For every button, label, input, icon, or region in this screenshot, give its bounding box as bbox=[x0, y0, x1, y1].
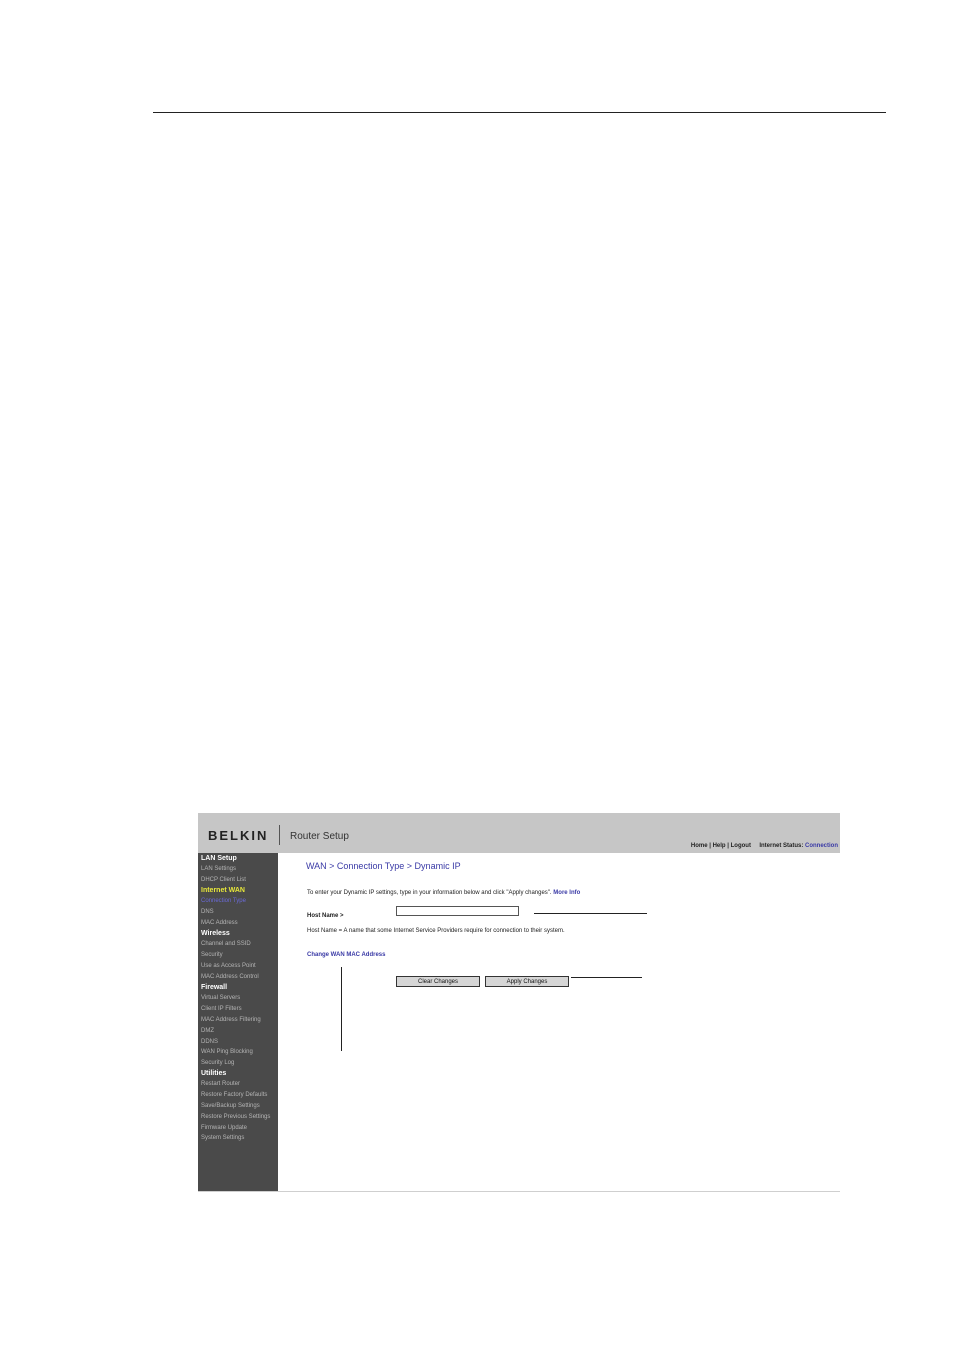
sidebar-item-security-log[interactable]: Security Log bbox=[201, 1060, 234, 1066]
sidebar-section-utilities[interactable]: Utilities bbox=[201, 1070, 226, 1077]
sidebar-item-dns[interactable]: DNS bbox=[201, 909, 214, 915]
sidebar-section-firewall[interactable]: Firewall bbox=[201, 984, 227, 991]
sidebar-item-use-as-access-point[interactable]: Use as Access Point bbox=[201, 963, 256, 969]
change-wan-mac-link[interactable]: Change WAN MAC Address bbox=[307, 952, 385, 958]
sidebar: LAN Setup LAN Settings DHCP Client List … bbox=[198, 853, 278, 1191]
more-info-link[interactable]: More Info bbox=[553, 890, 580, 896]
internet-status-value: Connection bbox=[805, 843, 838, 849]
logo-divider bbox=[279, 825, 280, 845]
header-bar: BELKIN Router Setup Home | Help | Logout… bbox=[198, 813, 840, 853]
sidebar-item-channel-ssid[interactable]: Channel and SSID bbox=[201, 941, 251, 947]
help-link[interactable]: Help bbox=[713, 843, 726, 849]
callout-line-host-name bbox=[534, 913, 647, 914]
sidebar-section-internet-wan[interactable]: Internet WAN bbox=[201, 887, 245, 894]
sidebar-item-dhcp-client-list[interactable]: DHCP Client List bbox=[201, 877, 246, 883]
sidebar-item-restart-router[interactable]: Restart Router bbox=[201, 1081, 240, 1087]
host-name-input[interactable] bbox=[396, 906, 519, 916]
sidebar-item-restore-factory-defaults[interactable]: Restore Factory Defaults bbox=[201, 1092, 267, 1098]
belkin-logo: BELKIN bbox=[208, 828, 269, 843]
callout-line-apply bbox=[571, 977, 642, 978]
clear-changes-button[interactable]: Clear Changes bbox=[396, 976, 480, 987]
sidebar-item-lan-settings[interactable]: LAN Settings bbox=[201, 866, 236, 872]
sidebar-item-mac-address-filtering[interactable]: MAC Address Filtering bbox=[201, 1017, 261, 1023]
sidebar-item-firmware-update[interactable]: Firmware Update bbox=[201, 1125, 247, 1131]
sidebar-item-virtual-servers[interactable]: Virtual Servers bbox=[201, 995, 240, 1001]
internet-status-label: Internet Status: bbox=[759, 843, 804, 849]
logout-link[interactable]: Logout bbox=[731, 843, 751, 849]
page-top-rule bbox=[153, 112, 886, 113]
page-title: WAN > Connection Type > Dynamic IP bbox=[306, 861, 461, 871]
sidebar-item-dmz[interactable]: DMZ bbox=[201, 1028, 214, 1034]
sidebar-item-connection-type[interactable]: Connection Type bbox=[201, 898, 246, 904]
sidebar-section-lan-setup[interactable]: LAN Setup bbox=[201, 855, 237, 862]
main-content: WAN > Connection Type > Dynamic IP To en… bbox=[278, 853, 840, 1191]
router-setup-screenshot: BELKIN Router Setup Home | Help | Logout… bbox=[198, 813, 840, 1192]
sidebar-item-mac-address[interactable]: MAC Address bbox=[201, 920, 238, 926]
sidebar-section-wireless[interactable]: Wireless bbox=[201, 930, 230, 937]
callout-line-mac bbox=[341, 967, 342, 1051]
home-link[interactable]: Home bbox=[691, 843, 708, 849]
intro-text: To enter your Dynamic IP settings, type … bbox=[307, 890, 580, 896]
sidebar-item-system-settings[interactable]: System Settings bbox=[201, 1135, 244, 1141]
intro-sentence: To enter your Dynamic IP settings, type … bbox=[307, 890, 552, 896]
host-name-label: Host Name > bbox=[307, 913, 344, 919]
sidebar-item-save-backup-settings[interactable]: Save/Backup Settings bbox=[201, 1103, 260, 1109]
host-name-description: Host Name = A name that some Internet Se… bbox=[307, 928, 565, 934]
sidebar-item-wan-ping-blocking[interactable]: WAN Ping Blocking bbox=[201, 1049, 253, 1055]
header-links: Home | Help | Logout Internet Status: Co… bbox=[691, 843, 838, 849]
router-setup-title: Router Setup bbox=[290, 831, 349, 842]
sidebar-item-ddns[interactable]: DDNS bbox=[201, 1039, 218, 1045]
apply-changes-button[interactable]: Apply Changes bbox=[485, 976, 569, 987]
sidebar-item-mac-address-control[interactable]: MAC Address Control bbox=[201, 974, 259, 980]
sidebar-item-security[interactable]: Security bbox=[201, 952, 223, 958]
sidebar-item-restore-previous-settings[interactable]: Restore Previous Settings bbox=[201, 1114, 270, 1120]
sidebar-item-client-ip-filters[interactable]: Client IP Filters bbox=[201, 1006, 242, 1012]
